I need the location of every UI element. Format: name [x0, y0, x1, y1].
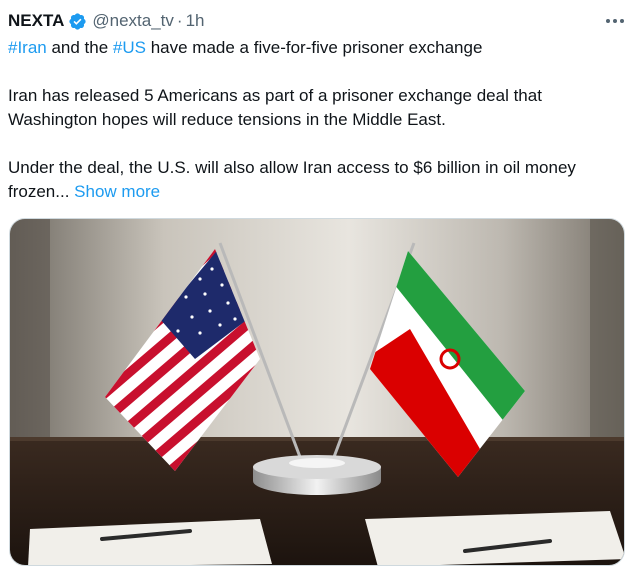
timestamp[interactable]: 1h: [186, 11, 205, 31]
verified-badge-icon: [68, 12, 87, 31]
author-handle[interactable]: @nexta_tv: [92, 11, 174, 31]
author-name[interactable]: NEXTA: [8, 11, 64, 31]
tweet-header: NEXTA @nexta_tv · 1h: [8, 9, 626, 33]
tweet-text: #Iran and the #US have made a five-for-f…: [8, 36, 626, 204]
text-segment: have made a five-for-five prisoner excha…: [146, 38, 483, 57]
more-options-button[interactable]: [604, 11, 626, 31]
tweet-media-image[interactable]: [9, 218, 625, 566]
more-horizontal-icon: [606, 19, 624, 23]
tweet-paragraph-3: Under the deal, the U.S. will also allow…: [8, 156, 626, 204]
separator-dot: ·: [176, 11, 183, 30]
hashtag-iran[interactable]: #Iran: [8, 38, 47, 57]
show-more-link[interactable]: Show more: [74, 182, 160, 201]
tweet[interactable]: NEXTA @nexta_tv · 1h #Iran and the #US h…: [0, 0, 636, 572]
text-segment: and the: [46, 38, 113, 57]
hashtag-us[interactable]: #US: [113, 38, 146, 57]
tweet-paragraph-2: Iran has released 5 Americans as part of…: [8, 86, 542, 129]
tweet-line-1: #Iran and the #US have made a five-for-f…: [8, 36, 626, 60]
us-iran-desk-flags-photo: [10, 219, 624, 565]
